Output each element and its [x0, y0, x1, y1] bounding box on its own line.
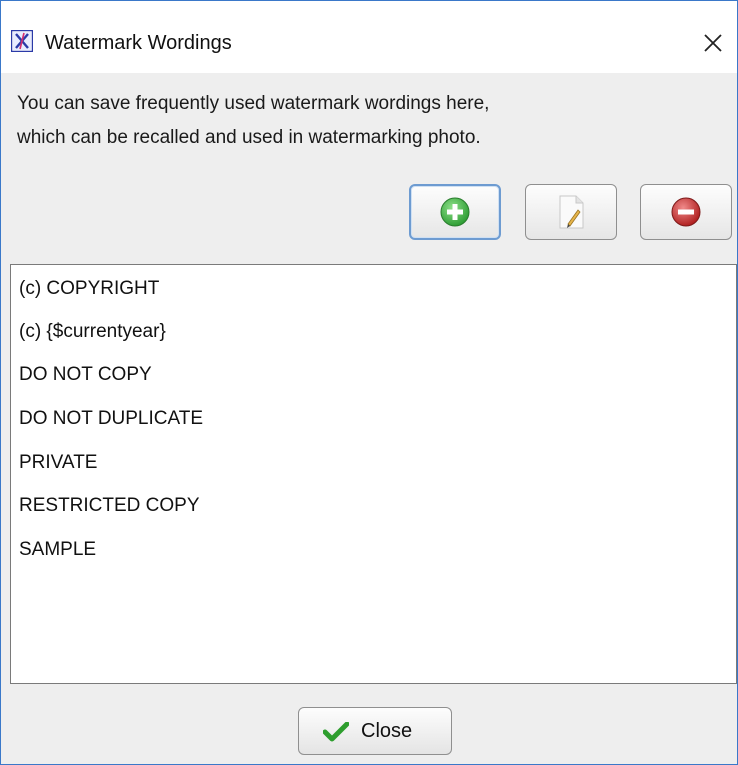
list-item[interactable]: DO NOT DUPLICATE: [19, 407, 203, 431]
list-item[interactable]: (c) COPYRIGHT: [19, 277, 159, 301]
window-title: Watermark Wordings: [45, 32, 232, 54]
list-item[interactable]: (c) {$currentyear}: [19, 320, 166, 344]
list-item[interactable]: SAMPLE: [19, 538, 96, 562]
description: You can save frequently used watermark w…: [17, 87, 717, 155]
add-button[interactable]: [409, 184, 501, 240]
list-item[interactable]: DO NOT COPY: [19, 363, 152, 387]
close-button[interactable]: Close: [298, 707, 452, 755]
remove-button[interactable]: [640, 184, 732, 240]
dialog-window: Watermark Wordings You can save frequent…: [0, 0, 738, 765]
description-line-1: You can save frequently used watermark w…: [17, 93, 490, 114]
title-bar: Watermark Wordings: [1, 1, 737, 73]
edit-button[interactable]: [525, 184, 617, 240]
wordings-list[interactable]: (c) COPYRIGHT (c) {$currentyear} DO NOT …: [10, 264, 737, 684]
list-item[interactable]: RESTRICTED COPY: [19, 494, 200, 518]
close-button-label: Close: [361, 720, 413, 742]
description-line-2: which can be recalled and used in waterm…: [17, 127, 481, 148]
list-item[interactable]: PRIVATE: [19, 451, 97, 475]
app-logo-icon: [10, 29, 34, 53]
close-icon[interactable]: [695, 25, 731, 61]
